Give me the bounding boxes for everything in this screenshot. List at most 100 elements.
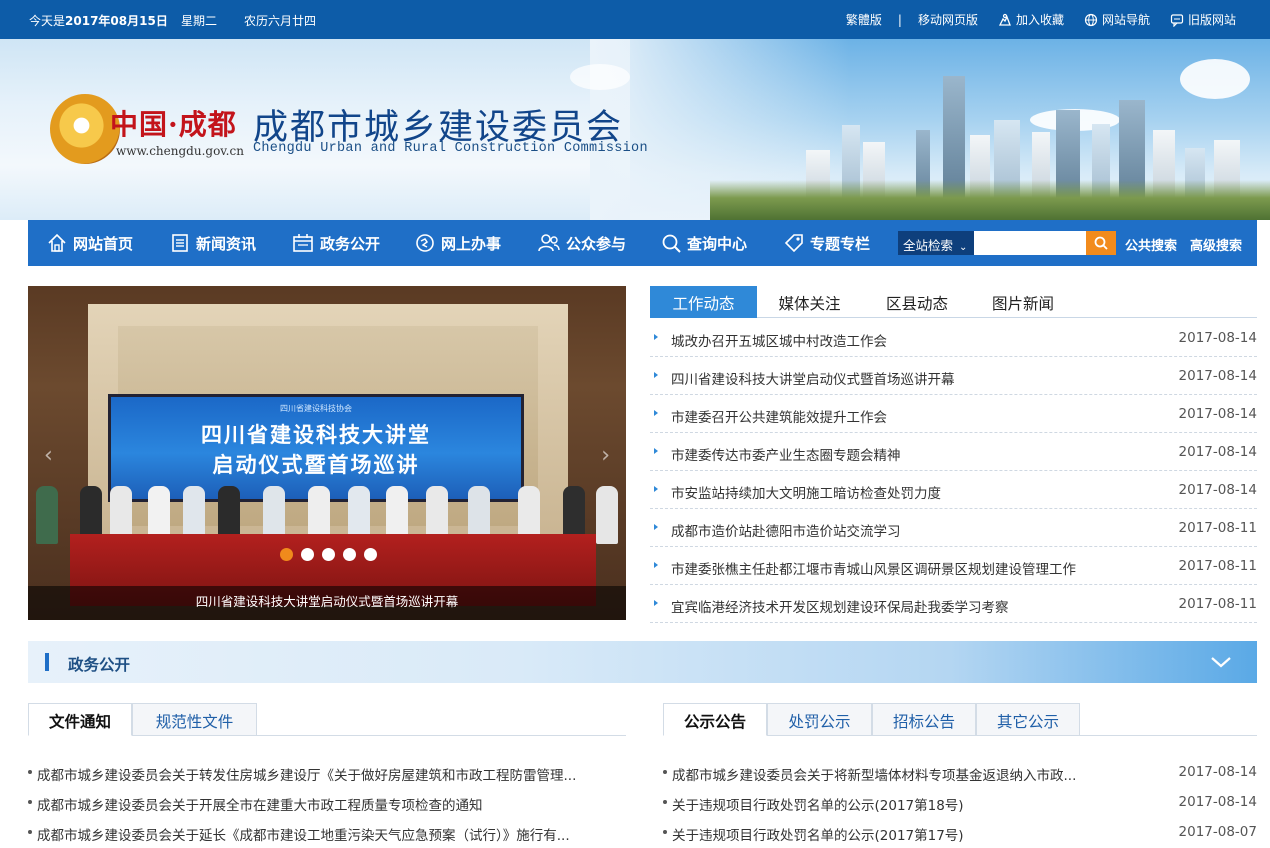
doc-title[interactable]: 关于违规项目行政处罚名单的公示(2017第17号) <box>672 824 1132 844</box>
nav-gov-affairs-label: 政务公开 <box>320 234 381 253</box>
chevron-down-icon[interactable] <box>1209 654 1233 670</box>
logo-text: 中国·成都 <box>110 108 237 141</box>
doc-title[interactable]: 成都市城乡建设委员会关于延长《成都市建设工地重污染天气应急预案（试行）》施行有.… <box>37 824 622 844</box>
bullet-icon <box>654 524 658 530</box>
nav-gov-affairs[interactable]: 政务公开 <box>291 232 380 254</box>
list-item[interactable]: 成都市城乡建设委员会关于将新型墙体材料专项基金返退纳入市政... 2017-08-… <box>663 757 1257 787</box>
news-item[interactable]: 四川省建设科技大讲堂启动仪式暨首场巡讲开幕 2017-08-14 <box>650 357 1257 395</box>
bullet-icon <box>28 770 32 774</box>
news-date: 2017-08-11 <box>1178 558 1257 574</box>
advanced-search-link[interactable]: 高级搜索 <box>1190 235 1242 254</box>
list-item[interactable]: 关于违规项目行政处罚名单的公示(2017第17号) 2017-08-07 <box>663 817 1257 847</box>
slider-prev-arrow[interactable]: ‹ <box>44 443 53 468</box>
news-item[interactable]: 市安监站持续加大文明施工暗访检查处罚力度 2017-08-14 <box>650 471 1257 509</box>
gov-icon <box>293 234 313 252</box>
doc-title[interactable]: 成都市城乡建设委员会关于转发住房城乡建设厅《关于做好房屋建筑和市政工程防雷管理.… <box>37 764 622 784</box>
tab-bid-notice[interactable]: 招标公告 <box>872 703 976 736</box>
news-title[interactable]: 市建委传达市委产业生态圈专题会精神 <box>671 444 901 464</box>
tab-penalty-notice[interactable]: 处罚公示 <box>767 703 872 736</box>
news-title[interactable]: 市安监站持续加大文明施工暗访检查处罚力度 <box>671 482 941 502</box>
nav-online-service[interactable]: 网上办事 <box>414 232 501 254</box>
slider-next-arrow[interactable]: › <box>601 443 610 468</box>
person <box>36 486 58 544</box>
news-slider[interactable]: 四川省建设科技协会 四川省建设科技大讲堂 启动仪式暨首场巡讲 ‹ › 四川省建设… <box>28 286 626 620</box>
slider-caption[interactable]: 四川省建设科技大讲堂启动仪式暨首场巡讲开幕 <box>28 591 626 610</box>
news-date: 2017-08-11 <box>1178 596 1257 612</box>
tag-icon <box>784 234 803 253</box>
nav-public-participation-label: 公众参与 <box>566 234 627 253</box>
news-title[interactable]: 市建委召开公共建筑能效提升工作会 <box>671 406 887 426</box>
tab-public-notice[interactable]: 公示公告 <box>663 703 767 736</box>
site-nav-link[interactable]: 网站导航 <box>1084 11 1150 28</box>
tab-other-notice[interactable]: 其它公示 <box>976 703 1080 736</box>
tab-file-notice[interactable]: 文件通知 <box>28 703 132 736</box>
tab-media-focus[interactable]: 媒体关注 <box>757 286 862 318</box>
nav-query-center-label: 查询中心 <box>687 234 748 253</box>
news-item[interactable]: 市建委传达市委产业生态圈专题会精神 2017-08-14 <box>650 433 1257 471</box>
tab-district-news[interactable]: 区县动态 <box>862 286 972 318</box>
news-title[interactable]: 成都市造价站赴德阳市造价站交流学习 <box>671 520 901 540</box>
nav-home[interactable]: 网站首页 <box>46 232 133 254</box>
search-input[interactable] <box>974 231 1086 255</box>
slider-dot[interactable] <box>364 548 377 561</box>
section-marker <box>45 653 49 671</box>
screen-text-line1: 四川省建设科技大讲堂 <box>201 423 431 447</box>
main-nav: 网站首页 新闻资讯 政务公开 网上办事 公众参与 查询中心 专题专栏 全站检索 … <box>28 220 1257 266</box>
slider-dot[interactable] <box>322 548 335 561</box>
nav-public-participation[interactable]: 公众参与 <box>537 232 626 254</box>
news-date: 2017-08-14 <box>1178 482 1257 498</box>
slider-dot[interactable] <box>280 548 293 561</box>
traditional-chinese-label: 繁體版 <box>845 13 882 27</box>
news-item[interactable]: 市建委召开公共建筑能效提升工作会 2017-08-14 <box>650 395 1257 433</box>
bullet-icon <box>28 830 32 834</box>
tab-normative-docs[interactable]: 规范性文件 <box>132 703 257 736</box>
person <box>596 486 618 544</box>
site-title-english: Chengdu Urban and Rural Construction Com… <box>253 141 648 156</box>
bullet-icon <box>663 800 667 804</box>
section-title: 政务公开 <box>68 656 131 674</box>
bullet-icon <box>654 372 658 378</box>
news-icon <box>172 234 188 252</box>
list-item[interactable]: 成都市城乡建设委员会关于开展全市在建重大市政工程质量专项检查的通知 <box>28 787 626 817</box>
separator: | <box>897 12 902 27</box>
doc-title[interactable]: 成都市城乡建设委员会关于开展全市在建重大市政工程质量专项检查的通知 <box>37 794 622 814</box>
public-search-link[interactable]: 公共搜索 <box>1125 235 1177 254</box>
news-list: 城改办召开五城区城中村改造工作会 2017-08-14 四川省建设科技大讲堂启动仪… <box>650 319 1257 623</box>
doc-date: 2017-08-14 <box>1178 764 1257 780</box>
slider-dot[interactable] <box>343 548 356 561</box>
cloud <box>1180 59 1250 99</box>
add-favorite-link[interactable]: 加入收藏 <box>998 11 1064 28</box>
news-title[interactable]: 城改办召开五城区城中村改造工作会 <box>671 330 887 350</box>
slider-dots <box>280 548 385 561</box>
screen-header-text: 四川省建设科技协会 <box>280 404 352 413</box>
news-title[interactable]: 四川省建设科技大讲堂启动仪式暨首场巡讲开幕 <box>671 368 955 388</box>
lunar-date: 农历六月廿四 <box>244 14 317 28</box>
tab-underline <box>1080 735 1257 736</box>
news-date: 2017-08-14 <box>1178 444 1257 460</box>
list-item[interactable]: 成都市城乡建设委员会关于转发住房城乡建设厅《关于做好房屋建筑和市政工程防雷管理.… <box>28 757 626 787</box>
search-scope-select[interactable]: 全站检索 ⌄ <box>898 231 974 255</box>
news-item[interactable]: 成都市造价站赴德阳市造价站交流学习 2017-08-11 <box>650 509 1257 547</box>
mobile-version-link[interactable]: 移动网页版 <box>918 11 978 28</box>
nav-special-topics[interactable]: 专题专栏 <box>783 232 870 254</box>
tab-work-news[interactable]: 工作动态 <box>650 286 757 318</box>
news-item[interactable]: 城改办召开五城区城中村改造工作会 2017-08-14 <box>650 319 1257 357</box>
news-item[interactable]: 市建委张樵主任赴都江堰市青城山风景区调研景区规划建设管理工作 2017-08-11 <box>650 547 1257 585</box>
news-title[interactable]: 市建委张樵主任赴都江堰市青城山风景区调研景区规划建设管理工作 <box>671 558 1076 578</box>
doc-title[interactable]: 成都市城乡建设委员会关于将新型墙体材料专项基金返退纳入市政... <box>672 764 1132 784</box>
search-icon <box>1094 236 1108 250</box>
news-item[interactable]: 宜宾临港经济技术开发区规划建设环保局赴我委学习考察 2017-08-11 <box>650 585 1257 623</box>
list-item[interactable]: 关于违规项目行政处罚名单的公示(2017第18号) 2017-08-14 <box>663 787 1257 817</box>
news-title[interactable]: 宜宾临港经济技术开发区规划建设环保局赴我委学习考察 <box>671 596 1009 616</box>
old-site-link[interactable]: 旧版网站 <box>1170 11 1236 28</box>
nav-news[interactable]: 新闻资讯 <box>169 232 256 254</box>
doc-title[interactable]: 关于违规项目行政处罚名单的公示(2017第18号) <box>672 794 1132 814</box>
search-button[interactable] <box>1086 231 1116 255</box>
slider-dot[interactable] <box>301 548 314 561</box>
nav-query-center[interactable]: 查询中心 <box>660 232 747 254</box>
tab-photo-news[interactable]: 图片新闻 <box>972 286 1074 318</box>
list-item[interactable]: 成都市城乡建设委员会关于延长《成都市建设工地重污染天气应急预案（试行）》施行有.… <box>28 817 626 847</box>
banner-trees <box>710 180 1270 220</box>
traditional-chinese-link[interactable]: 繁體版 <box>846 11 882 28</box>
bullet-icon <box>663 770 667 774</box>
